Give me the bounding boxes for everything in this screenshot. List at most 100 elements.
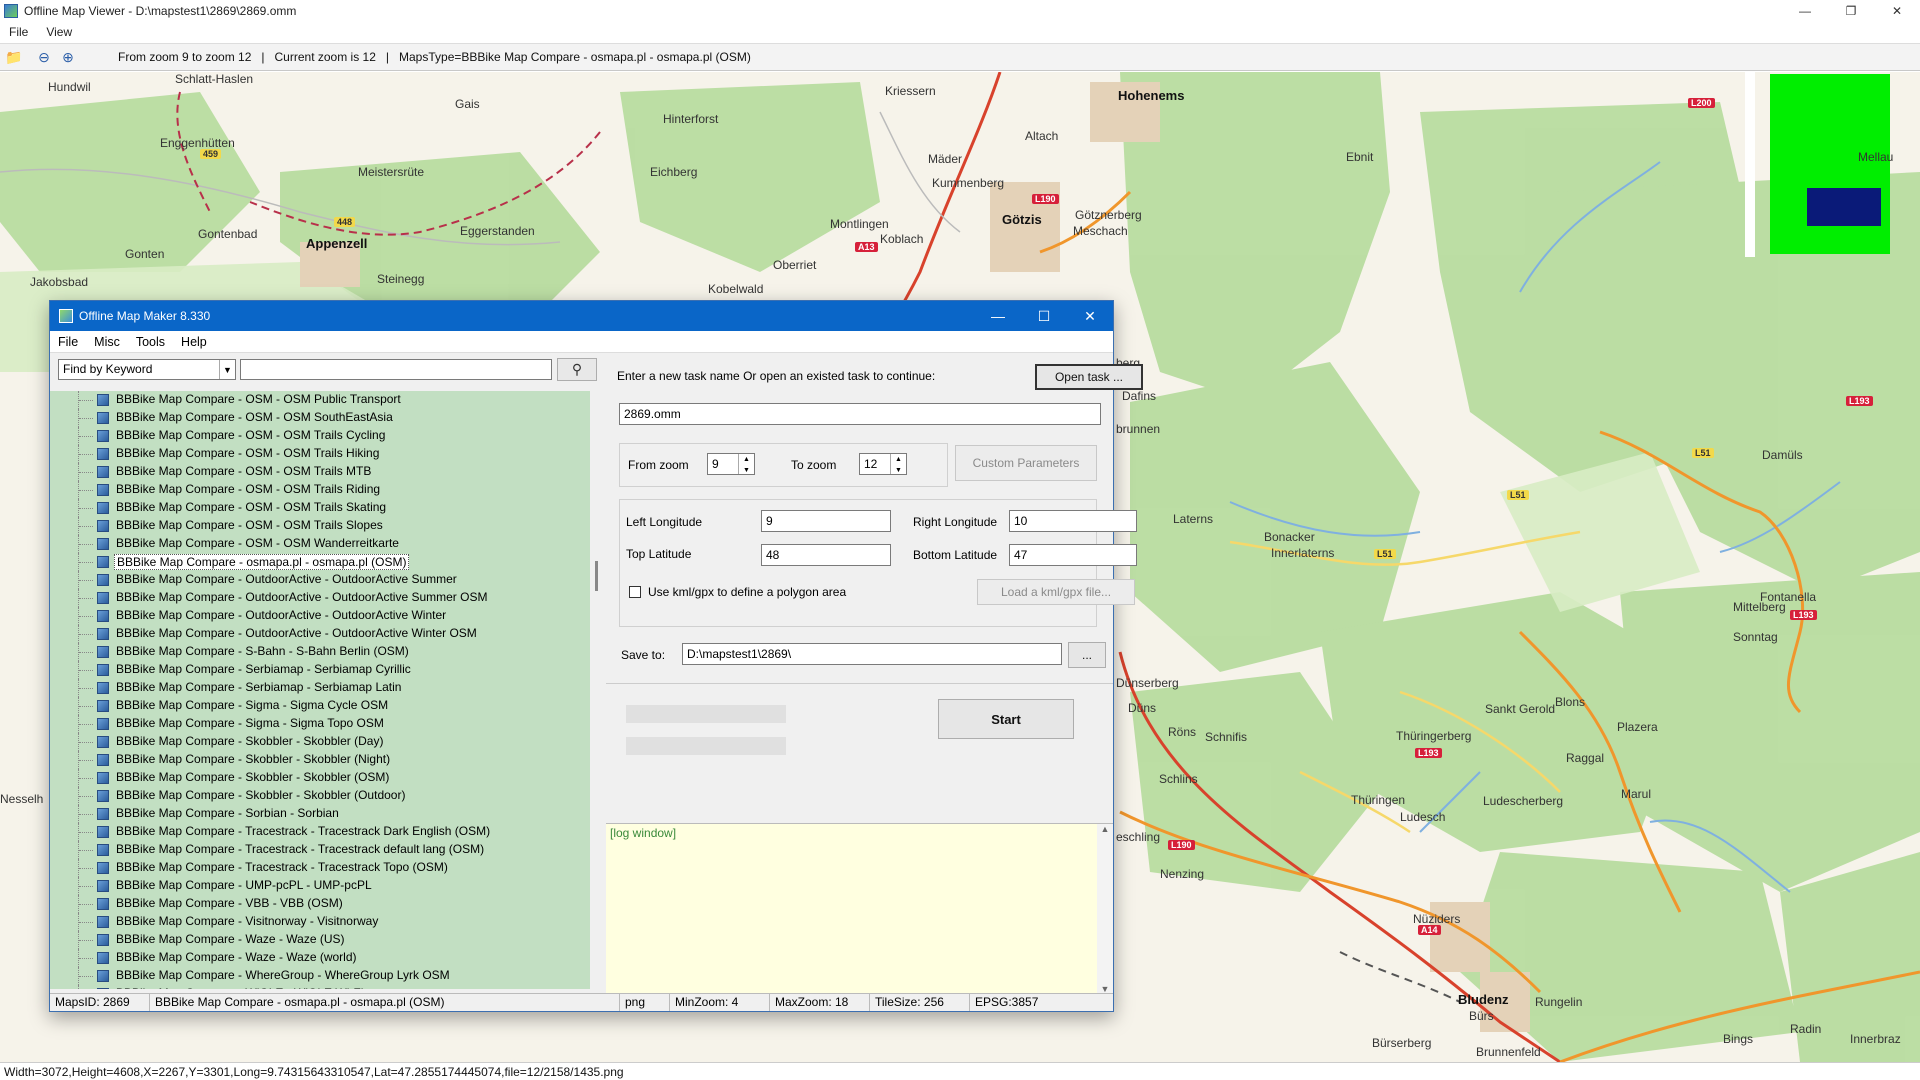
- log-scrollbar[interactable]: ▲ ▼: [1097, 824, 1113, 994]
- tree-item[interactable]: BBBike Map Compare - Skobbler - Skobbler…: [50, 787, 590, 805]
- place-label: Bürs: [1469, 1009, 1494, 1023]
- menu-view[interactable]: View: [37, 25, 81, 39]
- kml-polygon-checkbox[interactable]: [629, 586, 641, 598]
- viewer-statusbar: Width=3072,Height=4608,X=2267,Y=3301,Lon…: [0, 1062, 1920, 1080]
- tree-item[interactable]: BBBike Map Compare - Tracestrack - Trace…: [50, 859, 590, 877]
- tree-item[interactable]: BBBike Map Compare - Serbiamap - Serbiam…: [50, 661, 590, 679]
- tree-item[interactable]: BBBike Map Compare - OSM - OSM Trails MT…: [50, 463, 590, 481]
- bottom-latitude-input[interactable]: 47: [1009, 544, 1137, 566]
- place-label: Damüls: [1762, 448, 1803, 462]
- place-label: Nüziders: [1413, 912, 1461, 926]
- menu-file[interactable]: File: [0, 25, 37, 39]
- tree-item[interactable]: BBBike Map Compare - UMP-pcPL - UMP-pcPL: [50, 877, 590, 895]
- tree-item[interactable]: BBBike Map Compare - OSM - OSM Public Tr…: [50, 391, 590, 409]
- tree-item[interactable]: BBBike Map Compare - OSM - OSM Wanderrei…: [50, 535, 590, 553]
- tree-item[interactable]: BBBike Map Compare - OutdoorActive - Out…: [50, 607, 590, 625]
- tree-item-label: BBBike Map Compare - Tracestrack - Trace…: [116, 860, 448, 874]
- tree-item[interactable]: BBBike Map Compare - Sigma - Sigma Cycle…: [50, 697, 590, 715]
- chevron-down-icon[interactable]: ▼: [219, 360, 235, 379]
- tree-item-label: BBBike Map Compare - Tracestrack - Trace…: [116, 824, 491, 838]
- spin-up-icon[interactable]: ▲: [739, 454, 754, 465]
- dialog-maximize-button[interactable]: ☐: [1021, 301, 1067, 331]
- tree-item[interactable]: BBBike Map Compare - OSM - OSM Trails Sl…: [50, 517, 590, 535]
- tree-item[interactable]: BBBike Map Compare - OSM - OSM SouthEast…: [50, 409, 590, 427]
- map-tile-icon: [97, 826, 109, 838]
- tree-item[interactable]: BBBike Map Compare - Tracestrack - Trace…: [50, 823, 590, 841]
- map-tile-icon: [97, 700, 109, 712]
- tree-item[interactable]: BBBike Map Compare - WiGLE - WiGLE Wi-Fi: [50, 985, 590, 989]
- place-label: Röns: [1168, 725, 1197, 739]
- tree-item[interactable]: BBBike Map Compare - OSM - OSM Trails Ri…: [50, 481, 590, 499]
- task-name-input[interactable]: 2869.omm: [619, 403, 1101, 425]
- map-source-tree[interactable]: BBBike Map Compare - OSM - OSM Public Tr…: [50, 391, 590, 989]
- tree-scrollbar[interactable]: [590, 391, 606, 989]
- custom-parameters-button[interactable]: Custom Parameters: [955, 445, 1097, 481]
- load-kml-button[interactable]: Load a kml/gpx file...: [977, 579, 1135, 605]
- scroll-thumb[interactable]: [595, 561, 598, 591]
- spin-down-icon[interactable]: ▼: [891, 465, 906, 474]
- spin-up-icon[interactable]: ▲: [891, 454, 906, 465]
- from-zoom-spin[interactable]: ▲ ▼: [738, 454, 754, 474]
- tree-item[interactable]: BBBike Map Compare - Waze - Waze (world): [50, 949, 590, 967]
- save-path-input[interactable]: D:\mapstest1\2869\: [682, 643, 1062, 665]
- tree-item[interactable]: BBBike Map Compare - OutdoorActive - Out…: [50, 571, 590, 589]
- dialog-menu-help[interactable]: Help: [173, 335, 215, 349]
- from-zoom-stepper[interactable]: 9 ▲ ▼: [707, 453, 755, 475]
- dialog-minimize-button[interactable]: —: [975, 301, 1021, 331]
- open-task-button[interactable]: Open task ...: [1035, 364, 1143, 390]
- zoom-in-icon[interactable]: ⊕: [58, 47, 78, 67]
- tree-item[interactable]: BBBike Map Compare - OSM - OSM Trails Hi…: [50, 445, 590, 463]
- dialog-menu-file[interactable]: File: [50, 335, 86, 349]
- tree-item[interactable]: BBBike Map Compare - OSM - OSM Trails Sk…: [50, 499, 590, 517]
- restore-button[interactable]: ❐: [1828, 0, 1874, 22]
- map-tile-icon: [97, 466, 109, 478]
- map-tile-icon: [97, 646, 109, 658]
- road-badge: L193: [1415, 748, 1442, 758]
- tree-item[interactable]: BBBike Map Compare - OSM - OSM Trails Cy…: [50, 427, 590, 445]
- to-zoom-spin[interactable]: ▲ ▼: [890, 454, 906, 474]
- tree-item[interactable]: BBBike Map Compare - OutdoorActive - Out…: [50, 589, 590, 607]
- tree-item[interactable]: BBBike Map Compare - Skobbler - Skobbler…: [50, 751, 590, 769]
- tree-guide-line: [79, 724, 93, 725]
- dialog-close-button[interactable]: ✕: [1067, 301, 1113, 331]
- right-longitude-input[interactable]: 10: [1009, 510, 1137, 532]
- tree-item[interactable]: BBBike Map Compare - OutdoorActive - Out…: [50, 625, 590, 643]
- dialog-menu-misc[interactable]: Misc: [86, 335, 128, 349]
- tree-item[interactable]: BBBike Map Compare - Skobbler - Skobbler…: [50, 733, 590, 751]
- find-mode-select[interactable]: Find by Keyword ▼: [58, 359, 236, 380]
- log-window[interactable]: [log window] ▲ ▼: [606, 823, 1113, 994]
- place-label: brunnen: [1116, 422, 1161, 436]
- tree-item[interactable]: BBBike Map Compare - Visitnorway - Visit…: [50, 913, 590, 931]
- tree-item[interactable]: BBBike Map Compare - VBB - VBB (OSM): [50, 895, 590, 913]
- top-latitude-input[interactable]: 48: [761, 544, 891, 566]
- dialog-titlebar[interactable]: Offline Map Maker 8.330 — ☐ ✕: [50, 301, 1113, 331]
- minimize-button[interactable]: —: [1782, 0, 1828, 22]
- zoom-out-icon[interactable]: ⊖: [34, 47, 54, 67]
- tree-item[interactable]: BBBike Map Compare - Sigma - Sigma Topo …: [50, 715, 590, 733]
- place-label: Ludescherberg: [1483, 794, 1564, 808]
- search-button[interactable]: ⚲: [557, 358, 597, 381]
- scroll-up-icon[interactable]: ▲: [1097, 824, 1113, 834]
- start-button[interactable]: Start: [938, 699, 1074, 739]
- spin-down-icon[interactable]: ▼: [739, 465, 754, 474]
- browse-folder-button[interactable]: ...: [1068, 642, 1106, 668]
- tree-item[interactable]: BBBike Map Compare - Serbiamap - Serbiam…: [50, 679, 590, 697]
- dialog-app-icon: [59, 309, 73, 323]
- tree-item[interactable]: BBBike Map Compare - Skobbler - Skobbler…: [50, 769, 590, 787]
- tree-item[interactable]: BBBike Map Compare - WhereGroup - WhereG…: [50, 967, 590, 985]
- close-button[interactable]: ✕: [1874, 0, 1920, 22]
- tree-item[interactable]: BBBike Map Compare - Tracestrack - Trace…: [50, 841, 590, 859]
- search-input[interactable]: [240, 359, 552, 380]
- dialog-menu-tools[interactable]: Tools: [128, 335, 173, 349]
- tree-guide-line: [79, 436, 93, 437]
- tree-item[interactable]: BBBike Map Compare - S-Bahn - S-Bahn Ber…: [50, 643, 590, 661]
- open-folder-icon[interactable]: 📁: [4, 47, 24, 67]
- kml-polygon-label: Use kml/gpx to define a polygon area: [648, 585, 847, 599]
- tree-item[interactable]: BBBike Map Compare - Waze - Waze (US): [50, 931, 590, 949]
- tree-item[interactable]: BBBike Map Compare - Sorbian - Sorbian: [50, 805, 590, 823]
- place-label: Thüringen: [1351, 793, 1406, 807]
- tree-guide-line: [79, 688, 93, 689]
- to-zoom-stepper[interactable]: 12 ▲ ▼: [859, 453, 907, 475]
- left-longitude-input[interactable]: 9: [761, 510, 891, 532]
- tree-item[interactable]: BBBike Map Compare - osmapa.pl - osmapa.…: [50, 553, 590, 571]
